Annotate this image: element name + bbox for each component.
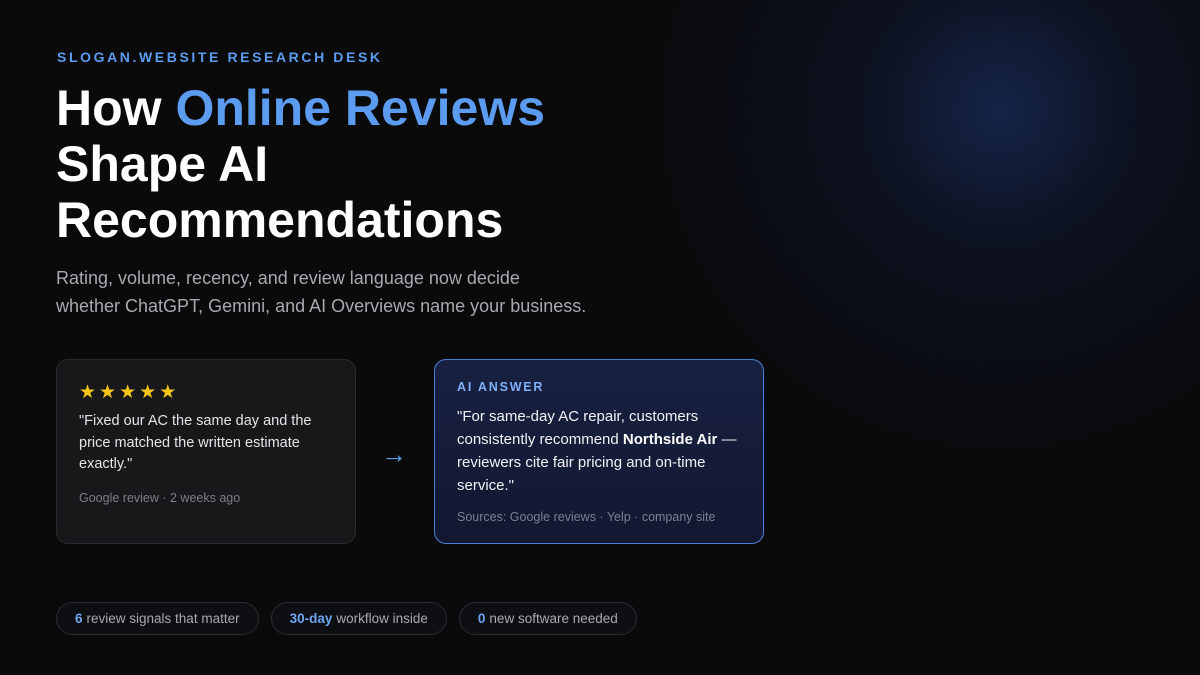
stat-pill: 0 new software needed — [458, 602, 637, 635]
arrow-right-icon: → — [381, 439, 407, 469]
title-part-1: How — [56, 80, 176, 136]
ai-answer-card: AI ANSWER "For same-day AC repair, custo… — [434, 359, 764, 544]
ai-answer-label: AI ANSWER — [457, 380, 545, 394]
stat-value: 0 — [477, 611, 486, 626]
ai-answer-sources: Sources: Google reviews · Yelp · company… — [457, 510, 716, 524]
title-accent: Online Reviews — [175, 80, 546, 136]
stat-value: 30-day — [289, 611, 333, 626]
ai-answer-quote: "For same-day AC repair, customers consi… — [457, 405, 741, 497]
star-icon: ★ — [139, 382, 157, 403]
review-card: ★ ★ ★ ★ ★ "Fixed our AC the same day and… — [56, 359, 356, 544]
star-icon: ★ — [79, 382, 97, 403]
subtitle: Rating, volume, recency, and review lang… — [56, 264, 656, 320]
title-part-3: Recommendations — [56, 192, 504, 248]
stat-value: 6 — [75, 611, 83, 626]
subtitle-line-1: Rating, volume, recency, and review lang… — [56, 268, 520, 288]
stat-text: new software needed — [489, 611, 618, 626]
stat-pills: 6 review signals that matter 30-day work… — [56, 602, 637, 635]
hero-canvas: SLOGAN.WEBSITE RESEARCH DESK How Online … — [0, 0, 1200, 675]
stat-pill: 6 review signals that matter — [56, 602, 259, 635]
star-icon: ★ — [99, 382, 117, 403]
title-part-2: Shape AI — [56, 136, 269, 192]
stat-pill: 30-day workflow inside — [270, 602, 447, 635]
star-icon: ★ — [119, 382, 137, 403]
page-title: How Online Reviews Shape AI Recommendati… — [56, 80, 696, 248]
review-meta: Google review · 2 weeks ago — [79, 490, 241, 505]
business-name: Northside Air — [622, 431, 718, 448]
subtitle-line-2: whether ChatGPT, Gemini, and AI Overview… — [56, 296, 587, 316]
stat-text: workflow inside — [336, 611, 428, 626]
stat-text: review signals that matter — [86, 611, 240, 626]
eyebrow-label: SLOGAN.WEBSITE RESEARCH DESK — [57, 49, 383, 65]
star-rating: ★ ★ ★ ★ ★ — [79, 382, 333, 404]
review-quote: "Fixed our AC the same day and the price… — [79, 413, 312, 472]
star-icon: ★ — [159, 382, 177, 403]
